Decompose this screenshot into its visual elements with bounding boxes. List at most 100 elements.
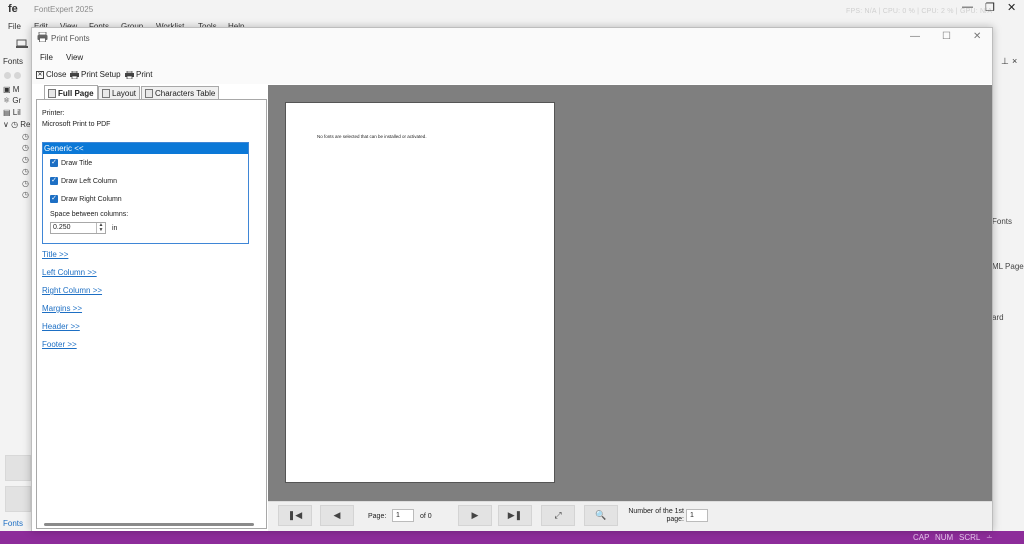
right-panel-label[interactable]: ard xyxy=(992,313,1004,322)
expand-icon: ⤢ xyxy=(554,510,562,520)
checkbox-label: Draw Left Column xyxy=(61,177,118,185)
margins-section-link[interactable]: Margins >> xyxy=(42,304,82,313)
print-setup-button[interactable]: Print Setup xyxy=(70,70,121,79)
close-icon[interactable]: ✕ xyxy=(973,31,981,42)
tab-characters-table[interactable]: Characters Table xyxy=(141,86,220,100)
dot-icon[interactable] xyxy=(14,72,21,79)
page-icon xyxy=(145,89,153,98)
close-button-label: Close xyxy=(46,70,67,79)
draw-right-column-checkbox[interactable]: ✓ Draw Right Column xyxy=(50,195,122,203)
page-count-label: of 0 xyxy=(420,513,432,520)
dot-icon[interactable] xyxy=(4,72,11,79)
minimize-icon[interactable]: — xyxy=(910,31,920,42)
page-label: Page: xyxy=(368,513,387,520)
previous-page-button[interactable]: ◀ xyxy=(320,505,354,526)
tree-item-label: Gr xyxy=(12,96,22,105)
print-button[interactable]: Print xyxy=(125,70,152,79)
dialog-titlebar[interactable]: Print Fonts — ☐ ✕ xyxy=(32,28,992,48)
tree-item-label: Re xyxy=(20,120,31,129)
first-page-button[interactable]: ❚◀ xyxy=(278,505,312,526)
close-panel-icon[interactable]: × xyxy=(1012,56,1017,66)
checkmark-icon: ✓ xyxy=(50,195,58,203)
minimize-icon[interactable]: — xyxy=(962,1,973,13)
clock-icon[interactable]: ◷ xyxy=(22,155,29,164)
first-page-number-input[interactable]: 1 xyxy=(686,509,708,522)
preview-navigation-bar: ❚◀ ◀ Page: 1 of 0 ▶ ▶❚ ⤢ 🔍 Number of the… xyxy=(268,501,992,531)
header-section-link[interactable]: Header >> xyxy=(42,322,80,331)
checkbox-label: Draw Title xyxy=(61,159,93,167)
horizontal-scrollbar[interactable] xyxy=(44,523,254,526)
generic-group-header[interactable]: Generic << xyxy=(43,143,248,154)
tree-item[interactable]: ⚛ Gr xyxy=(3,96,21,106)
resize-grip-icon[interactable]: ∸ xyxy=(986,533,993,542)
left-column-section-link[interactable]: Left Column >> xyxy=(42,268,97,277)
space-unit: in xyxy=(112,225,118,232)
status-bar: CAP NUM SCRL ∸ xyxy=(0,531,1024,544)
printer-label: Printer: xyxy=(42,110,65,117)
tree-item-label: Lil xyxy=(12,108,21,117)
next-page-button[interactable]: ▶ xyxy=(458,505,492,526)
tab-layout[interactable]: Layout xyxy=(98,86,141,100)
app-logo: fe xyxy=(8,3,18,15)
clock-icon[interactable]: ◷ xyxy=(22,190,29,199)
dialog-menubar xyxy=(32,48,992,66)
stepper-down-icon[interactable]: ▼ xyxy=(97,228,105,233)
dialog-title: Print Fonts xyxy=(51,34,90,43)
right-panel-label[interactable]: ML Page xyxy=(992,262,1024,271)
close-icon[interactable]: ✕ xyxy=(1007,1,1016,14)
num-lock-indicator: NUM xyxy=(935,533,954,542)
fonts-panel-label: Fonts xyxy=(3,57,24,66)
tree-item[interactable]: ∨ ◷ Re xyxy=(3,120,31,130)
clock-icon[interactable]: ◷ xyxy=(22,132,29,141)
print-preview-icon[interactable] xyxy=(16,39,28,49)
draw-title-checkbox[interactable]: ✓ Draw Title xyxy=(50,159,92,167)
page-number-input[interactable]: 1 xyxy=(392,509,414,522)
zoom-icon: 🔍 xyxy=(595,510,607,520)
checkbox-label: Draw Right Column xyxy=(61,195,122,203)
generic-settings-group: Generic << ✓ Draw Title ✓ Draw Left Colu… xyxy=(42,142,249,244)
tree-item[interactable]: ▤ Lil xyxy=(3,108,21,118)
last-page-button[interactable]: ▶❚ xyxy=(498,505,532,526)
print-preview-area: No fonts are selected that can be instal… xyxy=(268,85,992,501)
space-between-columns-label: Space between columns: xyxy=(50,211,129,218)
printer-icon xyxy=(37,32,48,42)
clock-icon[interactable]: ◷ xyxy=(22,167,29,176)
space-between-columns-stepper[interactable]: 0.250 ▲ ▼ xyxy=(50,222,106,234)
right-panel-label[interactable]: Fonts xyxy=(992,217,1012,226)
fit-page-button[interactable]: ⤢ xyxy=(541,505,575,526)
zoom-button[interactable]: 🔍 xyxy=(584,505,618,526)
printer-name: Microsoft Print to PDF xyxy=(42,121,111,128)
first-page-icon: ❚◀ xyxy=(287,510,303,520)
close-button[interactable]: ✕ Close xyxy=(36,70,66,79)
preview-page: No fonts are selected that can be instal… xyxy=(285,102,555,483)
printer-icon xyxy=(70,70,79,79)
tree-item[interactable]: ▣ M xyxy=(3,85,19,95)
print-fonts-dialog: Print Fonts — ☐ ✕ File View ✕ Close Prin… xyxy=(31,27,993,531)
previous-icon: ◀ xyxy=(333,510,341,520)
footer-section-link[interactable]: Footer >> xyxy=(42,340,77,349)
dialog-menu-view[interactable]: View xyxy=(66,53,83,62)
tab-full-page[interactable]: Full Page xyxy=(44,85,98,100)
maximize-icon[interactable]: ☐ xyxy=(942,31,951,42)
scroll-lock-indicator: SCRL xyxy=(959,533,981,542)
right-column-section-link[interactable]: Right Column >> xyxy=(42,286,102,295)
clock-icon[interactable]: ◷ xyxy=(22,179,29,188)
menu-file[interactable]: File xyxy=(8,22,21,31)
pin-icon[interactable]: ⊥ xyxy=(1001,56,1009,67)
side-panel-button[interactable] xyxy=(5,455,31,481)
app-title: FontExpert 2025 xyxy=(34,5,94,14)
tree-item-label: M xyxy=(12,85,20,94)
dialog-menu-file[interactable]: File xyxy=(40,53,53,62)
title-section-link[interactable]: Title >> xyxy=(42,250,68,259)
tab-label: Layout xyxy=(112,89,137,98)
stepper-value: 0.250 xyxy=(53,224,71,231)
draw-left-column-checkbox[interactable]: ✓ Draw Left Column xyxy=(50,177,117,185)
clock-icon[interactable]: ◷ xyxy=(22,143,29,152)
side-panel-button[interactable] xyxy=(5,486,31,512)
close-box-icon: ✕ xyxy=(36,70,44,79)
first-page-number-label: Number of the 1st page: xyxy=(628,508,684,523)
caps-lock-indicator: CAP xyxy=(913,533,930,542)
restore-icon[interactable]: ❐ xyxy=(985,1,995,14)
page-icon xyxy=(102,89,110,98)
fonts-tab[interactable]: Fonts xyxy=(3,519,23,528)
